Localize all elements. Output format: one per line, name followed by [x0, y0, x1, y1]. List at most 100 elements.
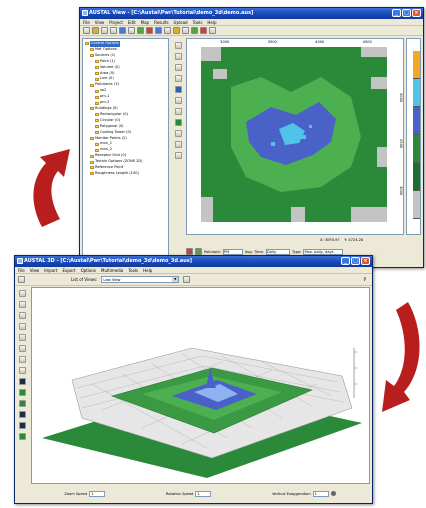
views-select[interactable]: Last View ▼ — [101, 276, 180, 283]
menu-project[interactable]: Project — [109, 19, 123, 25]
menu-edit[interactable]: Edit — [128, 19, 136, 25]
record-icon[interactable] — [18, 422, 26, 429]
grid-icon[interactable] — [155, 27, 162, 34]
map-view[interactable]: 3000 3500 4000 4500 2000 2500 3000 — [186, 38, 404, 235]
minimize-button[interactable]: _ — [341, 257, 350, 265]
axis-tick-label: 4000 — [315, 40, 325, 44]
pollutant-select[interactable]: PM — [223, 248, 244, 255]
folder-icon — [90, 166, 94, 170]
folder-icon — [90, 160, 94, 164]
frame-icon[interactable] — [18, 290, 26, 297]
help-icon[interactable]: ? — [364, 277, 366, 282]
move-icon[interactable] — [18, 312, 26, 319]
run-icon[interactable] — [119, 27, 126, 34]
legend-swatch — [413, 51, 420, 79]
speed-bar: Zoom Speed 1 Rotation Speed 1 Vertical E… — [35, 489, 365, 498]
3d-vertical-toolbar — [17, 288, 27, 442]
zoom-speed-input[interactable]: 1 — [89, 490, 106, 497]
print-icon[interactable] — [110, 27, 117, 34]
terrain-tool-icon[interactable] — [174, 119, 182, 126]
menu-view[interactable]: View — [95, 19, 105, 25]
pan-icon[interactable] — [174, 42, 182, 49]
rotate-icon[interactable] — [18, 334, 26, 341]
open-icon[interactable] — [92, 27, 99, 34]
maximize-button[interactable]: □ — [351, 257, 360, 265]
menu-help[interactable]: Help — [143, 267, 152, 273]
menu-map[interactable]: Map — [141, 19, 149, 25]
fit-icon[interactable] — [18, 301, 26, 308]
contour-icon[interactable] — [182, 27, 189, 34]
prev-arrow-icon[interactable] — [186, 248, 193, 255]
menu-multimedia[interactable]: Multimedia — [101, 267, 123, 273]
close-button[interactable]: × — [412, 9, 421, 17]
building-icon[interactable] — [164, 27, 171, 34]
rotate-back-icon[interactable] — [18, 345, 26, 352]
settings-icon[interactable] — [209, 27, 216, 34]
settings-icon[interactable] — [330, 491, 336, 496]
menu-file[interactable]: File — [83, 19, 90, 25]
toolbar: List of Views: Last View ▼ ? — [15, 274, 372, 286]
solid-icon[interactable] — [18, 378, 26, 385]
app-icon — [82, 10, 88, 16]
menu-tools[interactable]: Tools — [128, 267, 138, 273]
menu-export[interactable]: Export — [62, 267, 75, 273]
terrain-icon[interactable] — [137, 27, 144, 34]
menu-results[interactable]: Results — [154, 19, 168, 25]
zoom-icon[interactable] — [128, 27, 135, 34]
tree-item[interactable]: Roughness Length (100) — [85, 171, 166, 177]
orbit-left-icon[interactable] — [18, 356, 26, 363]
save-icon[interactable] — [101, 27, 108, 34]
menu-upload[interactable]: Upload — [174, 19, 188, 25]
circle-icon[interactable] — [174, 130, 182, 137]
window-title-text: AUSTAL View - [C:\Austal\Pwr\Tutorial\de… — [89, 10, 254, 16]
menu-help[interactable]: Help — [207, 19, 216, 25]
plot-icon[interactable] — [195, 248, 202, 255]
folder-icon — [95, 95, 99, 99]
orbit-right-icon[interactable] — [18, 367, 26, 374]
select-icon[interactable] — [174, 75, 182, 82]
new-icon[interactable] — [83, 27, 90, 34]
view-options-icon[interactable] — [183, 276, 191, 283]
maximize-button[interactable]: □ — [402, 9, 411, 17]
polygon-icon[interactable] — [174, 97, 182, 104]
menu-options[interactable]: Options — [81, 267, 96, 273]
rotation-speed-input[interactable]: 1 — [195, 490, 212, 497]
type-select[interactable]: Max. daily, days — [303, 248, 344, 255]
folder-icon — [95, 77, 99, 81]
terrain-icon[interactable] — [18, 389, 26, 396]
measure-icon[interactable] — [174, 108, 182, 115]
red-curved-arrow-left — [33, 149, 70, 227]
legend-swatch — [413, 135, 420, 163]
map-right-axis: 2000 2500 3000 — [391, 74, 403, 214]
status-coordinates: X: 3093.97 Y: 4724.28 — [320, 237, 363, 244]
zoom-out-icon[interactable] — [174, 64, 182, 71]
camera-icon[interactable] — [18, 411, 26, 418]
menu-file[interactable]: File — [18, 267, 25, 273]
results-icon[interactable] — [173, 27, 180, 34]
minimize-button[interactable]: _ — [392, 9, 401, 17]
rectangle-icon[interactable] — [174, 141, 182, 148]
legend-swatch — [413, 107, 420, 135]
report-icon[interactable] — [200, 27, 207, 34]
vertical-exaggeration-input[interactable]: 1 — [312, 490, 329, 497]
close-button[interactable]: × — [361, 257, 370, 265]
menu-import[interactable]: Import — [44, 267, 57, 273]
folder-icon — [90, 136, 94, 140]
zoom-in-icon[interactable] — [174, 53, 182, 60]
move-up-icon[interactable] — [18, 323, 26, 330]
3d-viewport[interactable] — [31, 287, 370, 484]
axis-tick-label: 4500 — [362, 40, 372, 44]
color-legend — [406, 38, 421, 235]
menu-tools[interactable]: Tools — [193, 19, 203, 25]
info-icon[interactable] — [174, 152, 182, 159]
map-vertical-toolbar — [173, 40, 183, 161]
avg-time-select[interactable]: Daily — [265, 248, 290, 255]
point-source-icon[interactable] — [174, 86, 182, 93]
menu-view[interactable]: View — [30, 267, 40, 273]
3d-icon[interactable] — [191, 27, 198, 34]
source-icon[interactable] — [146, 27, 153, 34]
export-icon[interactable] — [18, 433, 26, 440]
folder-icon — [95, 148, 99, 152]
contour-icon[interactable] — [18, 400, 26, 407]
print-icon[interactable] — [18, 276, 25, 283]
